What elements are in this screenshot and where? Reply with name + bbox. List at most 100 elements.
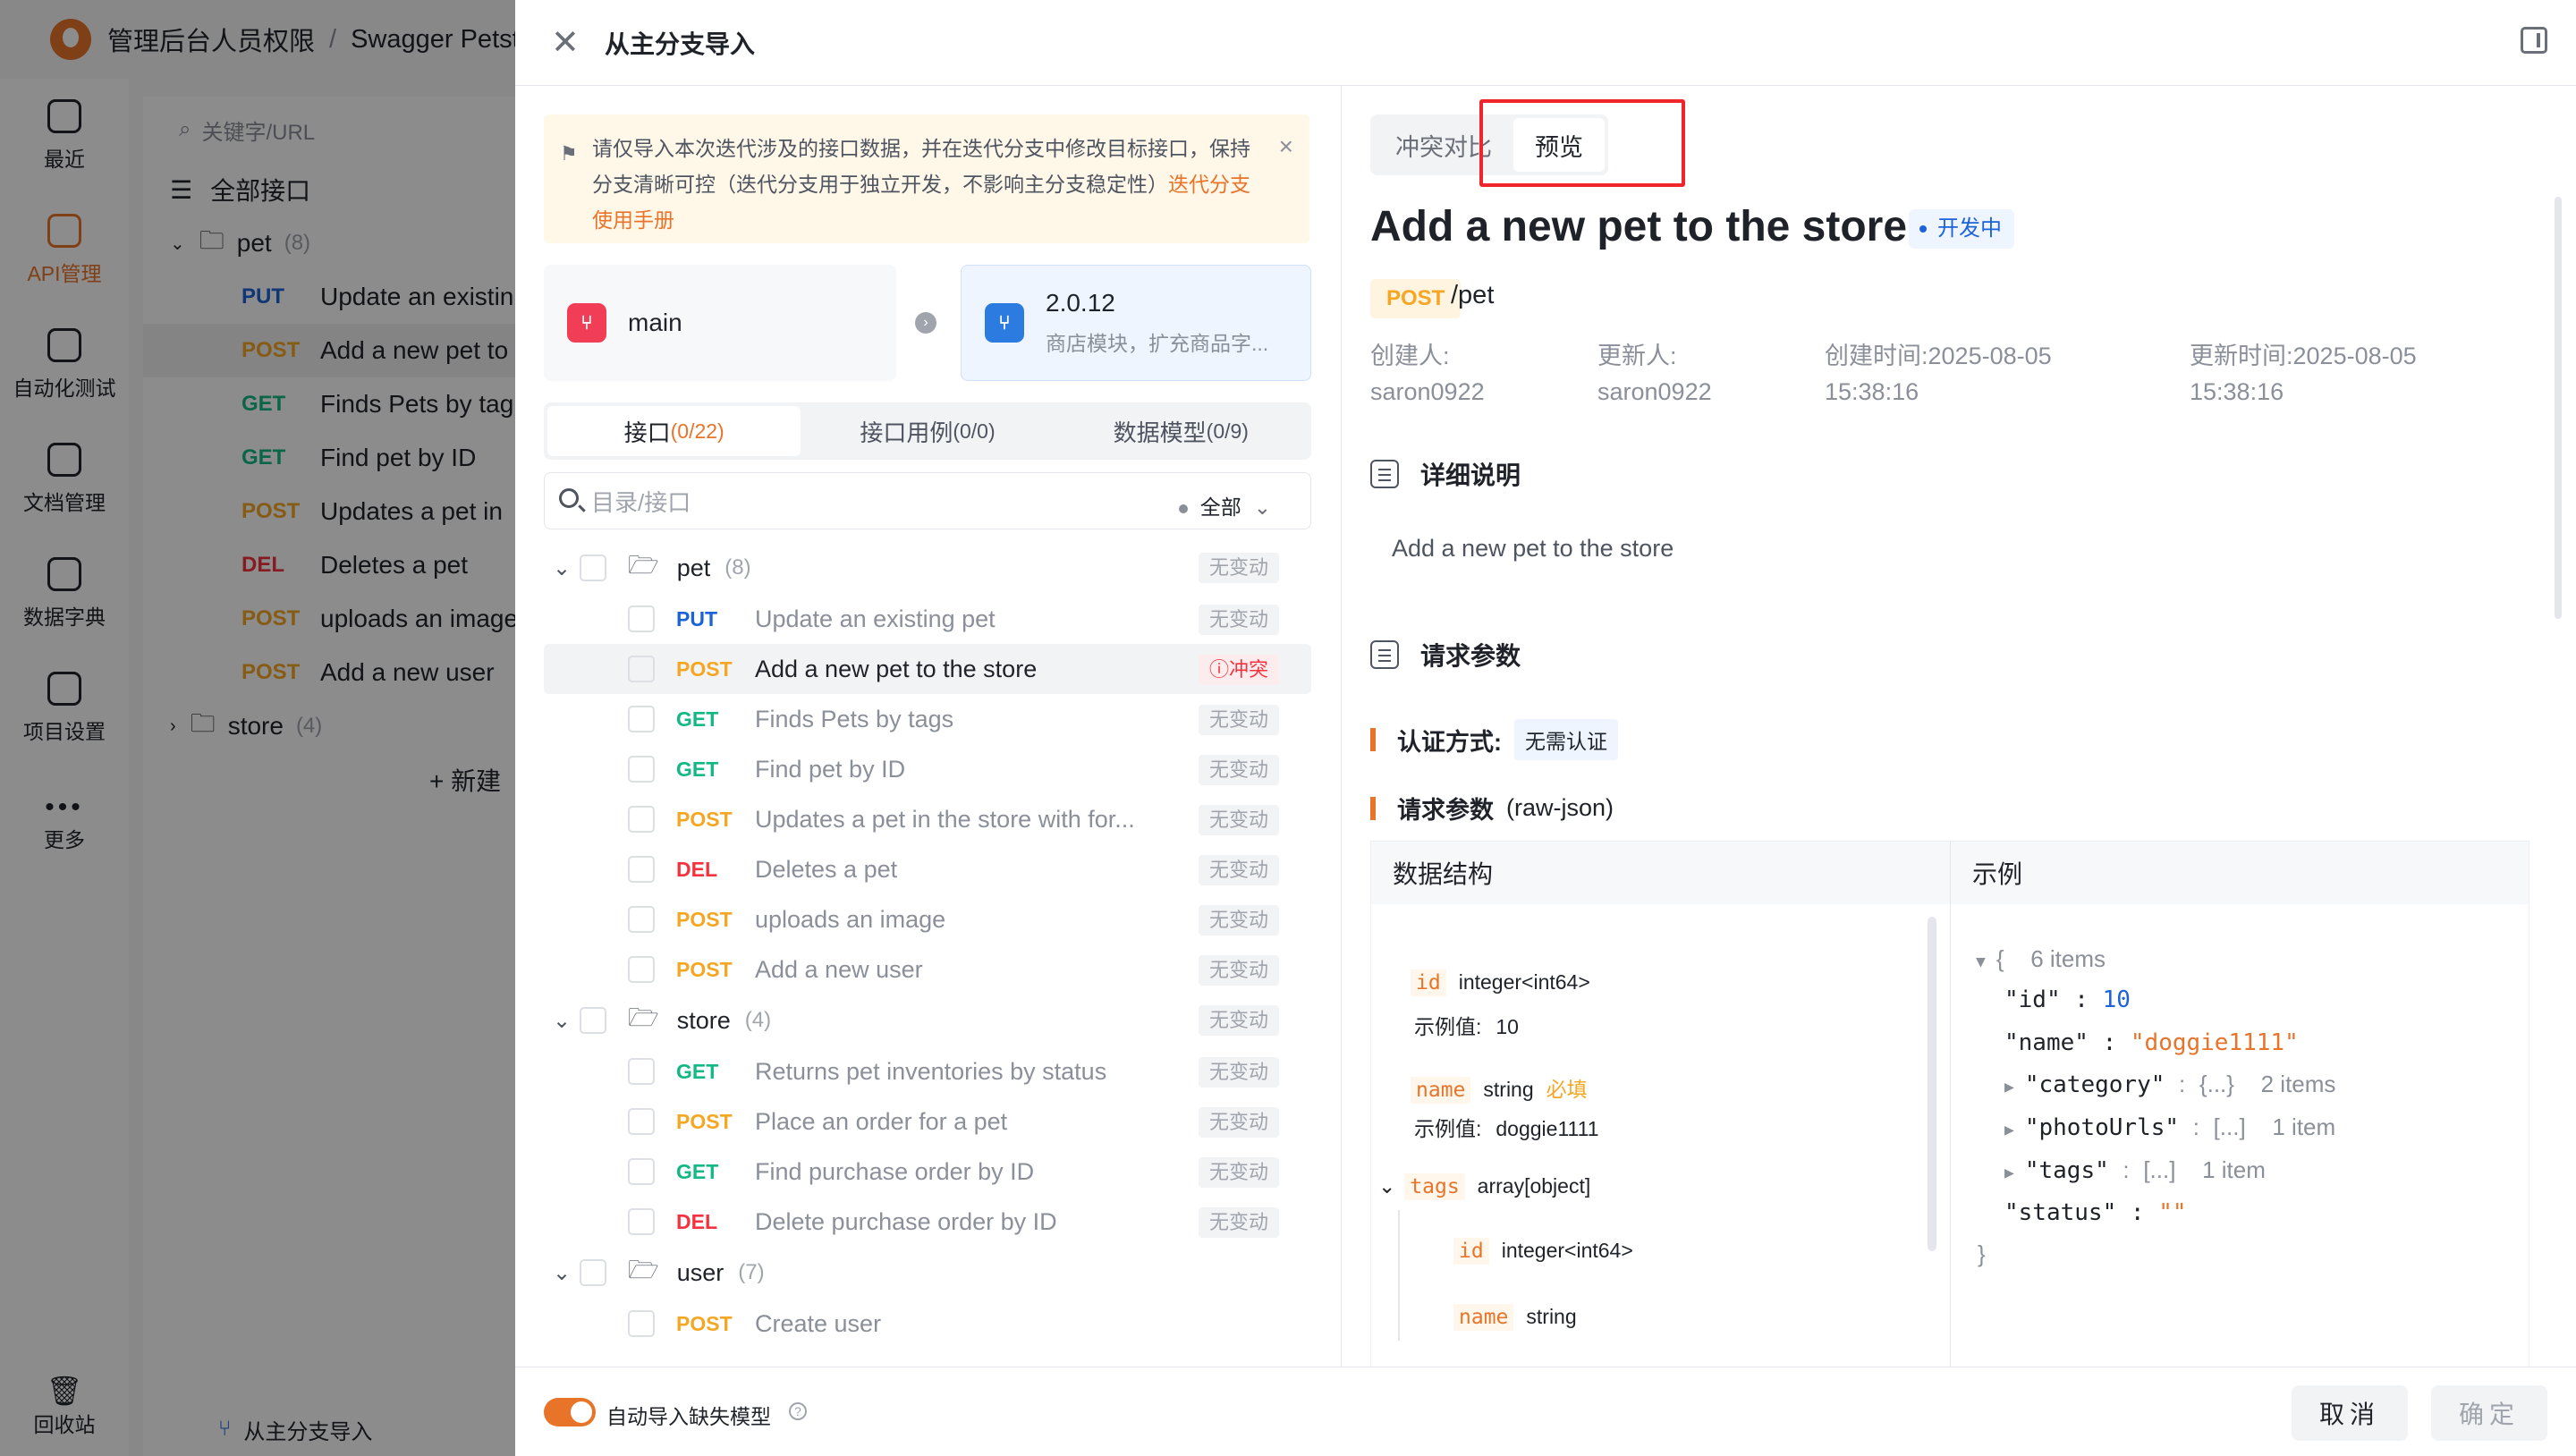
chevron-down-icon[interactable]: ⌄ — [544, 1008, 580, 1034]
target-branch-name: 2.0.12 — [1046, 289, 1115, 317]
meta-updated-time: 更新时间:2025-08-05 15:38:16 — [2190, 343, 2417, 405]
row-checkbox[interactable] — [628, 1058, 655, 1085]
segment-preview[interactable]: 预览 — [1513, 118, 1605, 172]
table-row[interactable]: DEL Delete purchase order by ID 无变动 — [544, 1197, 1311, 1247]
section-description: 详细说明 — [1370, 456, 1521, 492]
field-name: name string 必填 — [1411, 1072, 1588, 1104]
segment-diff[interactable]: 冲突对比 — [1374, 118, 1513, 172]
status-badge: 无变动 — [1198, 905, 1279, 935]
source-branch-name: main — [628, 309, 682, 336]
tab-apis[interactable]: 接口 (0/22) — [547, 406, 801, 456]
target-branch-desc: 商店模块，扩充商品字... — [1046, 332, 1269, 355]
status-badge: 无变动 — [1198, 1005, 1279, 1036]
table-row[interactable]: GET Find purchase order by ID 无变动 — [544, 1147, 1311, 1197]
conflict-badge: ⓘ冲突 — [1198, 655, 1279, 685]
json-close-brace: } — [1978, 1240, 1986, 1267]
meta-created-time: 创建时间:2025-08-05 15:38:16 — [1825, 343, 2052, 405]
table-row[interactable]: GET Find pet by ID 无变动 — [544, 744, 1311, 794]
schema-scrollbar[interactable] — [1928, 917, 1936, 1251]
tab-data-models[interactable]: 数据模型 (0/9) — [1055, 406, 1308, 456]
row-checkbox[interactable] — [628, 656, 655, 682]
field-id-example: 示例值: 10 — [1414, 1015, 1519, 1038]
help-icon[interactable]: ? — [789, 1402, 807, 1420]
table-row[interactable]: GET Returns pet inventories by status 无变… — [544, 1046, 1311, 1096]
row-checkbox[interactable] — [628, 706, 655, 732]
status-badge: 无变动 — [1198, 755, 1279, 785]
chevron-down-icon[interactable]: ⌄ — [544, 1260, 580, 1286]
json-root[interactable]: ▼{ 6 items — [1976, 945, 2106, 973]
chevron-down-icon: ⌄ — [1253, 495, 1271, 519]
panel-toggle-icon[interactable] — [2521, 27, 2547, 54]
meta-updater: 更新人: saron0922 — [1597, 343, 1712, 405]
row-checkbox[interactable] — [628, 1208, 655, 1235]
json-line-photourls[interactable]: ▶ "photoUrls" : [...] 1 item — [2004, 1113, 2335, 1141]
import-type-tabs: 接口 (0/22) 接口用例 (0/0) 数据模型 (0/9) — [544, 402, 1311, 460]
row-checkbox[interactable] — [628, 1108, 655, 1135]
auto-import-toggle[interactable] — [544, 1398, 596, 1426]
json-example: ▼{ 6 items "id" : 10 "name" : "doggie111… — [1951, 904, 2529, 1367]
tab-api-cases[interactable]: 接口用例 (0/0) — [801, 406, 1054, 456]
chevron-down-icon[interactable]: ⌄ — [544, 555, 580, 581]
row-checkbox[interactable] — [628, 856, 655, 883]
table-row[interactable]: POST uploads an image 无变动 — [544, 894, 1311, 944]
close-icon[interactable]: ✕ — [551, 22, 587, 63]
table-row[interactable]: POST Add a new user 无变动 — [544, 944, 1311, 995]
status-badge: 无变动 — [1198, 1057, 1279, 1088]
tree-group-store[interactable]: ⌄ 🗁 store (4) 无变动 — [544, 995, 1311, 1046]
view-segmented-control: 冲突对比 预览 — [1370, 114, 1608, 175]
row-checkbox[interactable] — [628, 605, 655, 632]
json-line-name: "name" : "doggie1111" — [2004, 1029, 2299, 1056]
row-checkbox[interactable] — [628, 756, 655, 783]
table-row[interactable]: GET Finds Pets by tags 无变动 — [544, 694, 1311, 744]
tree-guide — [1398, 1210, 1400, 1341]
tree-search-input[interactable]: 目录/接口 全部 ⌄ — [544, 472, 1311, 529]
caret-right-icon[interactable]: ▶ — [2004, 1164, 2014, 1182]
cancel-button[interactable]: 取消 — [2292, 1385, 2408, 1441]
table-row[interactable]: PUT Update an existing pet 无变动 — [544, 594, 1311, 644]
warning-icon: ⓘ — [1208, 658, 1229, 681]
preview-panel: 冲突对比 预览 Add a new pet to the store 开发中 P… — [1342, 86, 2576, 1367]
caret-right-icon[interactable]: ▶ — [2004, 1078, 2014, 1096]
chevron-down-icon[interactable]: ⌄ — [1378, 1174, 1395, 1198]
group-checkbox[interactable] — [580, 1259, 606, 1286]
group-checkbox[interactable] — [580, 554, 606, 581]
row-checkbox[interactable] — [628, 1310, 655, 1337]
field-tags-name: name string — [1453, 1304, 1577, 1331]
row-checkbox[interactable] — [628, 956, 655, 983]
field-name-example: 示例值: doggie1111 — [1414, 1117, 1599, 1140]
folder-icon: 🗁 — [628, 1256, 659, 1283]
body-row: 请求参数 (raw-json) — [1370, 791, 1614, 825]
status-badge: 无变动 — [1198, 805, 1279, 835]
schema-structure: id integer<int64> 示例值: 10 name string 必填 示例值… — [1371, 904, 1951, 1367]
json-line-tags[interactable]: ▶ "tags" : [...] 1 item — [2004, 1156, 2266, 1184]
drawer-header: ✕ 从主分支导入 — [515, 0, 2576, 86]
row-checkbox[interactable] — [628, 906, 655, 933]
folder-icon: 🗁 — [628, 1003, 659, 1031]
row-checkbox[interactable] — [628, 1158, 655, 1185]
row-checkbox[interactable] — [628, 806, 655, 833]
table-row[interactable]: POST Place an order for a pet 无变动 — [544, 1096, 1311, 1147]
table-row[interactable]: POST Create user — [544, 1299, 1311, 1349]
schema-table: 数据结构 示例 id integer<int64> 示例值: 10 name stri… — [1370, 841, 2529, 1367]
status-filter-select[interactable]: 全部 ⌄ — [1178, 490, 1271, 521]
table-row[interactable]: POST Updates a pet in the store with for… — [544, 794, 1311, 844]
tree-group-pet[interactable]: ⌄ 🗁 pet (8) 无变动 — [544, 542, 1311, 594]
table-row[interactable]: DEL Deletes a pet 无变动 — [544, 844, 1311, 894]
tree-group-user[interactable]: ⌄ 🗁 user (7) — [544, 1247, 1311, 1299]
schema-header: 数据结构 示例 — [1371, 842, 2529, 904]
field-tags[interactable]: ⌄ tags array[object] — [1378, 1173, 1590, 1200]
group-checkbox[interactable] — [580, 1007, 606, 1034]
json-line-category[interactable]: ▶ "category" : {...} 2 items — [2004, 1071, 2335, 1098]
close-notice-icon[interactable]: × — [1279, 129, 1293, 165]
caret-down-icon[interactable]: ▼ — [1976, 952, 1986, 971]
auth-row: 认证方式: 无需认证 — [1370, 719, 1618, 760]
status-badge: 无变动 — [1198, 1207, 1279, 1238]
confirm-button[interactable]: 确定 — [2431, 1385, 2547, 1441]
caret-right-icon[interactable]: ▶ — [2004, 1121, 2014, 1139]
document-icon — [1370, 460, 1399, 488]
drawer-title: 从主分支导入 — [605, 30, 756, 58]
preview-scrollbar[interactable] — [2555, 197, 2562, 619]
table-row[interactable]: POST Add a new pet to the store ⓘ冲突 — [544, 644, 1311, 694]
status-badge: 无变动 — [1198, 553, 1279, 583]
status-badge: 无变动 — [1198, 955, 1279, 986]
